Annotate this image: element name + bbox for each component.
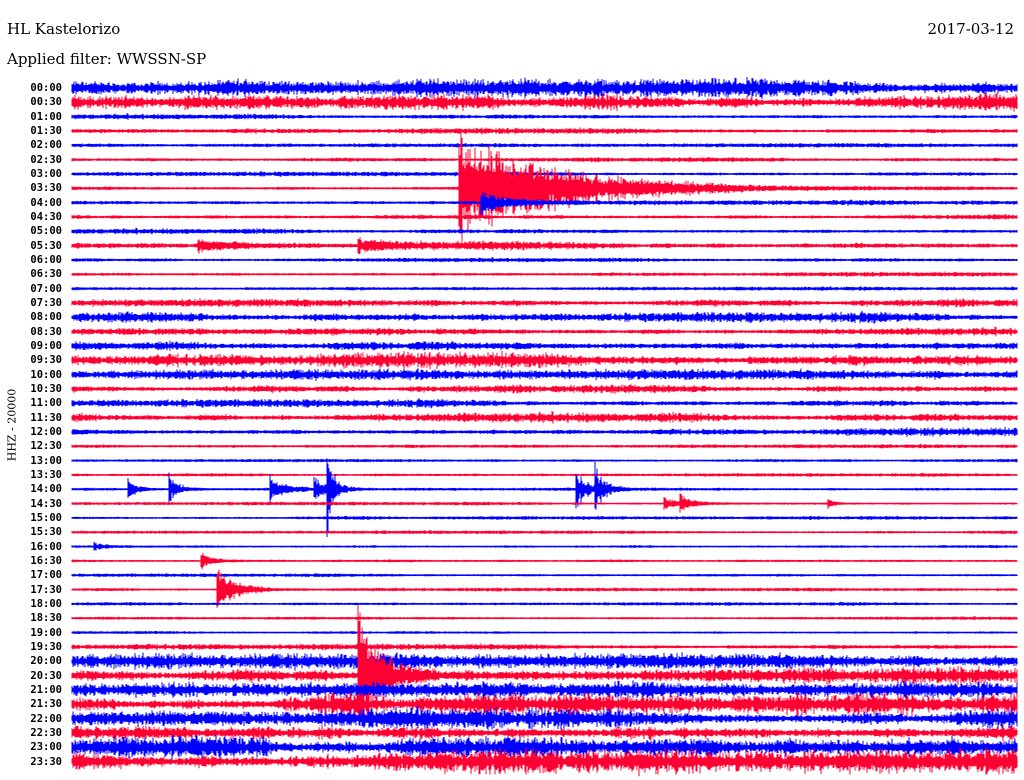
trace-1630 (71, 553, 1018, 570)
trace-0000 (71, 77, 1018, 99)
helicorder: HL Kastelorizo Applied filter: WWSSN-SP … (0, 0, 1024, 780)
trace-0800 (71, 310, 1018, 324)
trace-1430 (71, 493, 1018, 513)
trace-1900 (71, 630, 1018, 635)
trace-2000 (71, 652, 1018, 671)
trace-0630 (71, 271, 1018, 277)
trace-1330 (71, 472, 1018, 477)
trace-0030 (71, 92, 1018, 112)
seismogram-plot (71, 77, 1018, 777)
trace-1000 (71, 368, 1018, 381)
trace-0900 (71, 340, 1018, 351)
trace-0730 (71, 298, 1018, 308)
trace-1800 (71, 601, 1018, 606)
trace-1130 (71, 411, 1018, 424)
trace-1700 (71, 573, 1018, 578)
trace-0700 (71, 286, 1018, 291)
trace-1230 (71, 443, 1018, 449)
trace-1530 (71, 530, 1018, 535)
trace-1200 (71, 426, 1018, 437)
trace-1930 (71, 643, 1018, 651)
trace-0200 (71, 142, 1018, 148)
trace-1300 (71, 458, 1018, 463)
trace-0500 (71, 227, 1018, 235)
trace-0430 (71, 214, 1018, 220)
trace-0100 (71, 113, 1018, 120)
trace-1400 (71, 458, 1018, 537)
trace-0600 (71, 257, 1018, 263)
trace-1830 (71, 616, 1018, 621)
trace-0530 (71, 237, 1018, 255)
trace-0230 (71, 157, 1018, 163)
trace-0830 (71, 326, 1018, 337)
trace-1500 (71, 515, 1018, 520)
trace-1600 (71, 541, 1018, 551)
trace-0930 (71, 350, 1018, 370)
trace-1100 (71, 398, 1018, 409)
trace-1030 (71, 384, 1018, 394)
trace-0130 (71, 127, 1018, 135)
